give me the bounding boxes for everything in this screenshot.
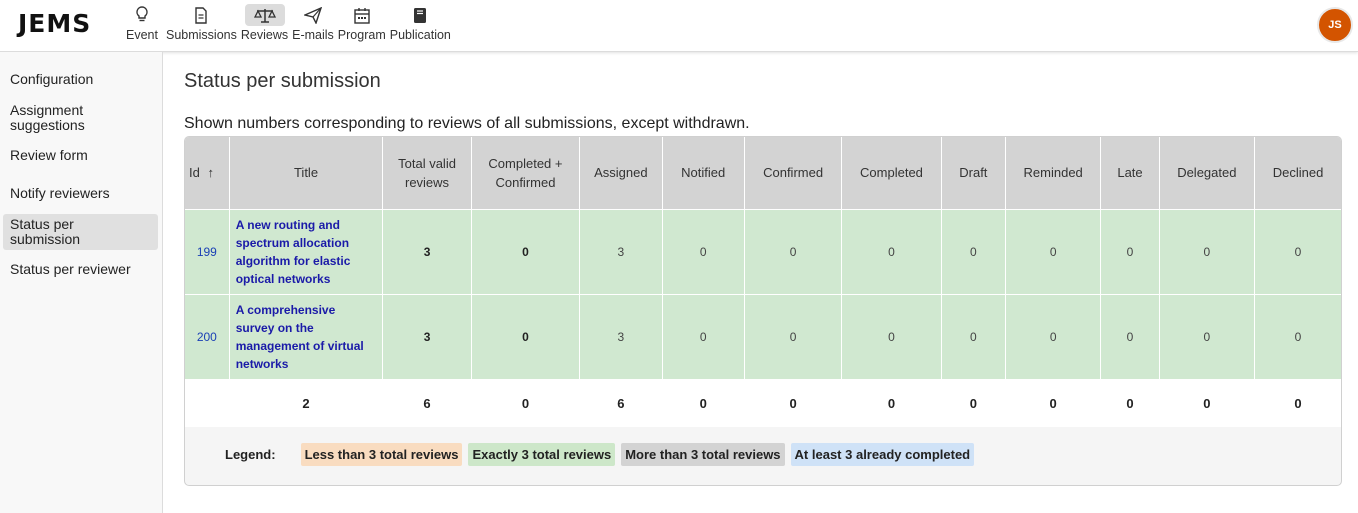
status-table-container: Id ↑ Title Total valid reviews Completed… — [184, 136, 1342, 486]
cell-total-reminded: 0 — [1005, 378, 1102, 427]
sort-ascending-icon: ↑ — [207, 165, 214, 181]
cell-total-declined: 0 — [1254, 378, 1341, 427]
cell-declined: 0 — [1254, 293, 1341, 379]
column-header-completed-confirmed[interactable]: Completed + Confirmed — [471, 137, 581, 209]
cell-total-assigned: 6 — [579, 378, 663, 427]
column-header-notified[interactable]: Notified — [662, 137, 745, 209]
cell-draft: 0 — [941, 293, 1006, 379]
cell-confirmed: 0 — [744, 208, 843, 294]
document-icon — [181, 4, 221, 26]
cell-reminded: 0 — [1005, 293, 1102, 379]
cell-late: 0 — [1100, 208, 1160, 294]
column-header-assigned[interactable]: Assigned — [579, 137, 663, 209]
cell-confirmed: 0 — [744, 293, 843, 379]
cell-total-confirmed: 0 — [744, 378, 843, 427]
cell-delegated: 0 — [1159, 293, 1256, 379]
column-header-late[interactable]: Late — [1100, 137, 1160, 209]
book-icon — [400, 4, 440, 26]
submission-id-link[interactable]: 200 — [185, 293, 230, 379]
cell-delegated: 0 — [1159, 208, 1256, 294]
table-row: 200 A comprehensive survey on the manage… — [185, 293, 1341, 379]
cell-total-valid: 3 — [382, 208, 472, 294]
cell-total-id — [185, 378, 230, 427]
legend-more-than-3: More than 3 total reviews — [621, 443, 785, 466]
nav-label: Program — [337, 28, 386, 42]
cell-assigned: 3 — [579, 293, 663, 379]
calendar-icon — [342, 4, 382, 26]
totals-row: 2 6 0 6 0 0 0 0 0 0 0 0 — [185, 378, 1341, 427]
sidebar: Configuration Assignment suggestions Rev… — [0, 52, 163, 513]
column-header-completed[interactable]: Completed — [841, 137, 942, 209]
cell-late: 0 — [1100, 293, 1160, 379]
top-bar: JEMS Event Submissions Reviews E-mails P… — [0, 0, 1358, 52]
sidebar-item-configuration[interactable]: Configuration — [3, 72, 158, 87]
scale-icon — [244, 4, 285, 26]
cell-total-delegated: 0 — [1159, 378, 1256, 427]
submission-id-link[interactable]: 199 — [185, 208, 230, 294]
nav-reviews[interactable]: Reviews — [241, 0, 288, 50]
table-header-row: Id ↑ Title Total valid reviews Completed… — [185, 137, 1341, 209]
column-header-draft[interactable]: Draft — [941, 137, 1006, 209]
nav-label: E-mails — [292, 28, 334, 42]
cell-total-completed: 0 — [841, 378, 942, 427]
cell-total-late: 0 — [1100, 378, 1160, 427]
nav-emails[interactable]: E-mails — [292, 0, 334, 50]
main-nav: Event Submissions Reviews E-mails Progra… — [120, 0, 453, 50]
nav-label: Publication — [389, 28, 451, 42]
legend-exactly-3: Exactly 3 total reviews — [468, 443, 616, 466]
legend: Legend: Less than 3 total reviews Exactl… — [225, 443, 980, 466]
sidebar-item-status-per-reviewer[interactable]: Status per reviewer — [3, 262, 158, 277]
sidebar-item-status-per-submission[interactable]: Status per submission — [3, 214, 158, 250]
submission-title-link[interactable]: A new routing and spectrum allocation al… — [229, 208, 384, 294]
nav-event[interactable]: Event — [122, 0, 162, 50]
cell-completed: 0 — [841, 208, 942, 294]
sidebar-item-assignment-suggestions[interactable]: Assignment suggestions — [3, 103, 123, 133]
cell-total-submissions: 2 — [229, 378, 384, 427]
submission-title-link[interactable]: A comprehensive survey on the management… — [229, 293, 384, 379]
column-header-confirmed[interactable]: Confirmed — [744, 137, 843, 209]
page-subtitle: Shown numbers corresponding to reviews o… — [184, 115, 750, 132]
nav-label: Reviews — [240, 28, 289, 42]
cell-total-notified: 0 — [662, 378, 745, 427]
sidebar-item-notify-reviewers[interactable]: Notify reviewers — [3, 186, 158, 201]
cell-reminded: 0 — [1005, 208, 1102, 294]
column-header-declined[interactable]: Declined — [1254, 137, 1341, 209]
cell-total-draft: 0 — [941, 378, 1006, 427]
cell-declined: 0 — [1254, 208, 1341, 294]
page-title: Status per submission — [184, 70, 381, 92]
nav-label: Event — [126, 28, 158, 42]
status-table: Id ↑ Title Total valid reviews Completed… — [185, 137, 1341, 427]
column-header-title[interactable]: Title — [229, 137, 384, 209]
nav-program[interactable]: Program — [338, 0, 386, 50]
paper-plane-icon — [293, 4, 333, 26]
cell-total-valid: 3 — [382, 293, 472, 379]
cell-assigned: 3 — [579, 208, 663, 294]
column-header-total-valid[interactable]: Total valid reviews — [382, 137, 472, 209]
column-header-id[interactable]: Id ↑ — [185, 137, 230, 209]
app-logo[interactable]: JEMS — [18, 9, 91, 38]
legend-label: Legend: — [225, 447, 276, 462]
lightbulb-icon — [122, 4, 162, 26]
column-header-delegated[interactable]: Delegated — [1159, 137, 1256, 209]
legend-less-than-3: Less than 3 total reviews — [300, 443, 463, 466]
column-header-reminded[interactable]: Reminded — [1005, 137, 1102, 209]
cell-notified: 0 — [662, 208, 745, 294]
nav-publication[interactable]: Publication — [390, 0, 451, 50]
nav-label: Submissions — [166, 28, 237, 42]
cell-completed: 0 — [841, 293, 942, 379]
cell-total-valid: 6 — [382, 378, 472, 427]
table-row: 199 A new routing and spectrum allocatio… — [185, 208, 1341, 294]
cell-total-completed-confirmed: 0 — [471, 378, 581, 427]
cell-completed-confirmed: 0 — [471, 293, 581, 379]
cell-notified: 0 — [662, 293, 745, 379]
cell-completed-confirmed: 0 — [471, 208, 581, 294]
cell-draft: 0 — [941, 208, 1006, 294]
sidebar-item-review-form[interactable]: Review form — [3, 148, 158, 163]
user-avatar[interactable]: JS — [1317, 7, 1353, 43]
legend-at-least-3-completed: At least 3 already completed — [790, 443, 975, 466]
nav-submissions[interactable]: Submissions — [166, 0, 237, 50]
